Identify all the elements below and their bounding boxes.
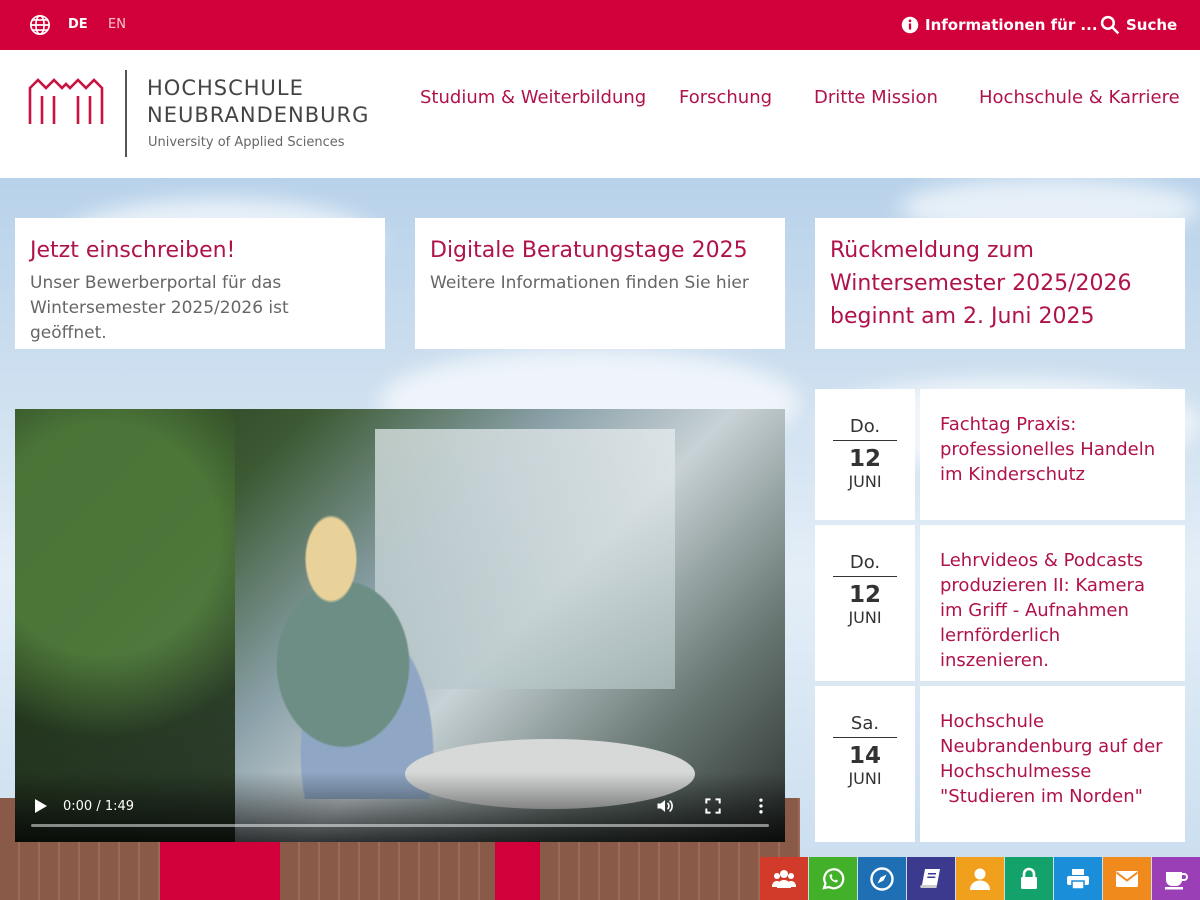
site-header: HOCHSCHULE NEUBRANDENBURG University of … (0, 50, 1200, 178)
card-consulting-days[interactable]: Digitale Beratungstage 2025 Weitere Info… (415, 218, 785, 349)
search-icon (1100, 15, 1120, 35)
top-bar: DE EN Informationen für ... Suche (0, 0, 1200, 50)
quick-link-mail[interactable] (1103, 857, 1151, 900)
logo-text-neubrandenburg[interactable]: NEUBRANDENBURG (147, 103, 369, 127)
info-for-label: Informationen für ... (925, 16, 1098, 34)
compass-icon (870, 866, 894, 891)
event-month: JUNI (848, 472, 882, 491)
whatsapp-icon (822, 867, 845, 889)
event-month: JUNI (848, 608, 882, 627)
coffee-icon (1165, 871, 1188, 889)
quick-link-user[interactable] (956, 857, 1004, 900)
card-enrollment[interactable]: Jetzt einschreiben! Unser Bewerberportal… (15, 218, 385, 349)
quick-link-whatsapp[interactable] (809, 857, 857, 900)
event-day: 12 (848, 446, 881, 472)
divider (833, 440, 897, 441)
language-en-link[interactable]: EN (108, 17, 126, 32)
nav-hochschule-karriere[interactable]: Hochschule & Karriere (979, 87, 1180, 108)
quick-link-coffee[interactable] (1152, 857, 1200, 900)
flag (495, 842, 540, 900)
print-icon (1067, 868, 1089, 890)
event-day: 12 (848, 582, 881, 608)
video-progress-bar[interactable] (31, 824, 769, 827)
event-weekday: Do. (849, 552, 881, 573)
card-title: Digitale Beratungstage 2025 (430, 238, 748, 263)
quick-link-compass[interactable] (858, 857, 906, 900)
card-re-registration[interactable]: Rückmeldung zum Wintersemester 2025/2026… (815, 218, 1185, 349)
event-weekday: Sa. (850, 713, 880, 734)
user-icon (970, 868, 990, 890)
book-icon (920, 868, 940, 888)
divider (833, 737, 897, 738)
video-time: 0:00 / 1:49 (63, 799, 135, 814)
event-title-link[interactable]: Lehrvideos & Podcasts produzieren II: Ka… (920, 525, 1185, 681)
video-controls: 0:00 / 1:49 (15, 772, 785, 842)
card-title: Rückmeldung zum Wintersemester 2025/2026… (830, 238, 1132, 329)
event-date: Do. 12 JUNI (815, 525, 915, 681)
info-icon (901, 16, 919, 34)
globe-icon[interactable] (29, 14, 51, 36)
language-de-link[interactable]: DE (68, 17, 88, 32)
event-title-link[interactable]: Fachtag Praxis: professionelles Handeln … (920, 389, 1185, 520)
quick-link-users[interactable] (760, 857, 808, 900)
video-player[interactable]: 0:00 / 1:49 (15, 409, 785, 842)
event-month: JUNI (848, 769, 882, 788)
users-icon (772, 869, 796, 888)
event-date: Sa. 14 JUNI (815, 686, 915, 842)
event-weekday: Do. (849, 416, 881, 437)
info-for-menu[interactable]: Informationen für ... (901, 14, 1098, 36)
nav-studium[interactable]: Studium & Weiterbildung (420, 87, 646, 108)
card-title: Jetzt einschreiben! (30, 238, 236, 263)
logo-text-hochschule[interactable]: HOCHSCHULE (147, 76, 304, 100)
card-text: Weitere Informationen finden Sie hier (430, 273, 749, 293)
event-title-link[interactable]: Hochschule Neubrandenburg auf der Hochsc… (920, 686, 1185, 842)
play-icon[interactable] (33, 797, 49, 815)
more-options-icon[interactable] (751, 796, 771, 816)
university-logo-mark[interactable] (28, 78, 104, 124)
search-button[interactable]: Suche (1100, 14, 1177, 36)
flag (160, 842, 280, 900)
quick-link-print[interactable] (1054, 857, 1102, 900)
nav-forschung[interactable]: Forschung (679, 87, 772, 108)
mail-icon (1115, 870, 1139, 887)
quick-link-lock[interactable] (1005, 857, 1053, 900)
lock-icon (1021, 867, 1037, 889)
volume-icon[interactable] (655, 796, 675, 816)
nav-dritte-mission[interactable]: Dritte Mission (814, 87, 938, 108)
event-day: 14 (848, 743, 881, 769)
card-text: Unser Bewerberportal für das Wintersemes… (30, 273, 289, 343)
search-label: Suche (1126, 16, 1178, 34)
logo-divider (125, 70, 127, 157)
divider (833, 576, 897, 577)
event-date: Do. 12 JUNI (815, 389, 915, 520)
quick-link-book[interactable] (907, 857, 955, 900)
fullscreen-icon[interactable] (703, 796, 723, 816)
logo-subtitle: University of Applied Sciences (148, 135, 345, 150)
